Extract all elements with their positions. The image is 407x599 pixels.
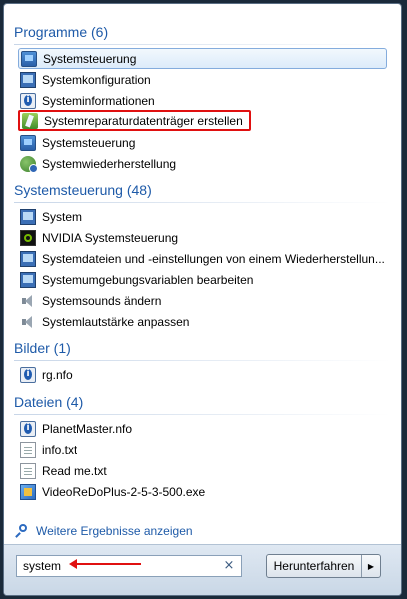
search-input[interactable] [17,559,213,573]
result-item-label: Systemsteuerung [42,135,136,150]
text-file-icon [20,441,36,458]
result-item-systemwiederherstellung[interactable]: Systemwiederherstellung [18,153,387,174]
result-item-videoredo[interactable]: VideoReDoPlus-2-5-3-500.exe [18,481,387,502]
shutdown-label[interactable]: Herunterfahren [267,555,362,577]
system-monitor-icon [20,208,36,225]
speaker-icon [20,293,36,309]
result-item-systemreparaturdatentraeger[interactable]: Systemreparaturdatenträger erstellen [18,110,251,131]
divider [14,44,391,45]
control-panel-icon [21,50,37,67]
more-results-link[interactable]: Weitere Ergebnisse anzeigen [16,524,193,538]
result-item-system[interactable]: System [18,206,387,227]
result-item-label: System [42,209,83,224]
result-item-systemkonfiguration[interactable]: Systemkonfiguration [18,69,387,90]
result-item-readme[interactable]: Read me.txt [18,460,387,481]
annotation-arrow [69,559,141,569]
result-item-label: NVIDIA Systemsteuerung [42,230,179,245]
result-item-label: Read me.txt [42,463,107,478]
exe-file-icon [20,483,36,500]
result-item-info-txt[interactable]: info.txt [18,439,387,460]
result-item-label: Systemreparaturdatenträger erstellen [44,113,243,128]
result-item-label: rg.nfo [42,367,73,382]
system-info-icon [20,92,36,109]
result-item-label: Systemwiederherstellung [42,156,177,171]
result-item-label: VideoReDoPlus-2-5-3-500.exe [42,484,206,499]
search-results: Programme (6) Systemsteuerung Systemkonf… [4,4,401,538]
system-monitor-icon [20,250,36,267]
section-header-control-panel: Systemsteuerung (48) [14,182,152,198]
result-item-systeminformationen[interactable]: Systeminformationen [18,90,387,111]
section-header-programs: Programme (6) [14,24,109,40]
result-item-systemdateien[interactable]: Systemdateien und -einstellungen von ein… [18,248,387,269]
result-item-nvidia[interactable]: NVIDIA Systemsteuerung [18,227,387,248]
start-menu: Programme (6) Systemsteuerung Systemkonf… [3,3,402,596]
result-item-label: PlanetMaster.nfo [42,421,133,436]
result-item-umgebungsvariablen[interactable]: Systemumgebungsvariablen bearbeiten [18,269,387,290]
search-box[interactable]: × [16,555,242,577]
result-item-label: Systemsteuerung [43,51,137,66]
result-item-label: Systemlautstärke anpassen [42,314,190,329]
text-file-icon [20,462,36,479]
system-monitor-icon [20,271,36,288]
shutdown-button[interactable]: Herunterfahren ▶ [266,554,381,578]
result-item-systemsounds[interactable]: Systemsounds ändern [18,290,387,311]
shutdown-options-icon[interactable]: ▶ [362,555,380,577]
divider [14,414,391,415]
result-item-label: Systemdateien und -einstellungen von ein… [42,251,385,266]
result-item-label: Systeminformationen [42,93,155,108]
control-panel-icon [20,134,36,151]
result-item-planetmaster[interactable]: PlanetMaster.nfo [18,418,387,439]
result-item-systemsteuerung-2[interactable]: Systemsteuerung [18,132,387,153]
result-item-label: info.txt [42,442,78,457]
divider [14,360,391,361]
clear-search-icon[interactable]: × [221,558,237,574]
nfo-file-icon [20,366,36,383]
section-header-pictures: Bilder (1) [14,340,71,356]
result-item-systemlautstaerke[interactable]: Systemlautstärke anpassen [18,311,387,332]
result-item-rg-nfo[interactable]: rg.nfo [18,364,387,385]
repair-disc-icon [22,112,38,129]
bottom-bar: × Herunterfahren ▶ [4,544,401,595]
nfo-file-icon [20,420,36,437]
result-item-label: Systemumgebungsvariablen bearbeiten [42,272,254,287]
more-results-label: Weitere Ergebnisse anzeigen [36,524,193,538]
result-item-label: Systemsounds ändern [42,293,162,308]
system-restore-icon [20,155,38,173]
divider [14,202,391,203]
result-item-label: Systemkonfiguration [42,72,151,87]
search-icon [16,524,30,538]
system-config-icon [20,71,36,88]
speaker-icon [20,314,36,330]
nvidia-icon [20,229,36,246]
result-item-systemsteuerung[interactable]: Systemsteuerung [18,48,387,69]
section-header-files: Dateien (4) [14,394,84,410]
